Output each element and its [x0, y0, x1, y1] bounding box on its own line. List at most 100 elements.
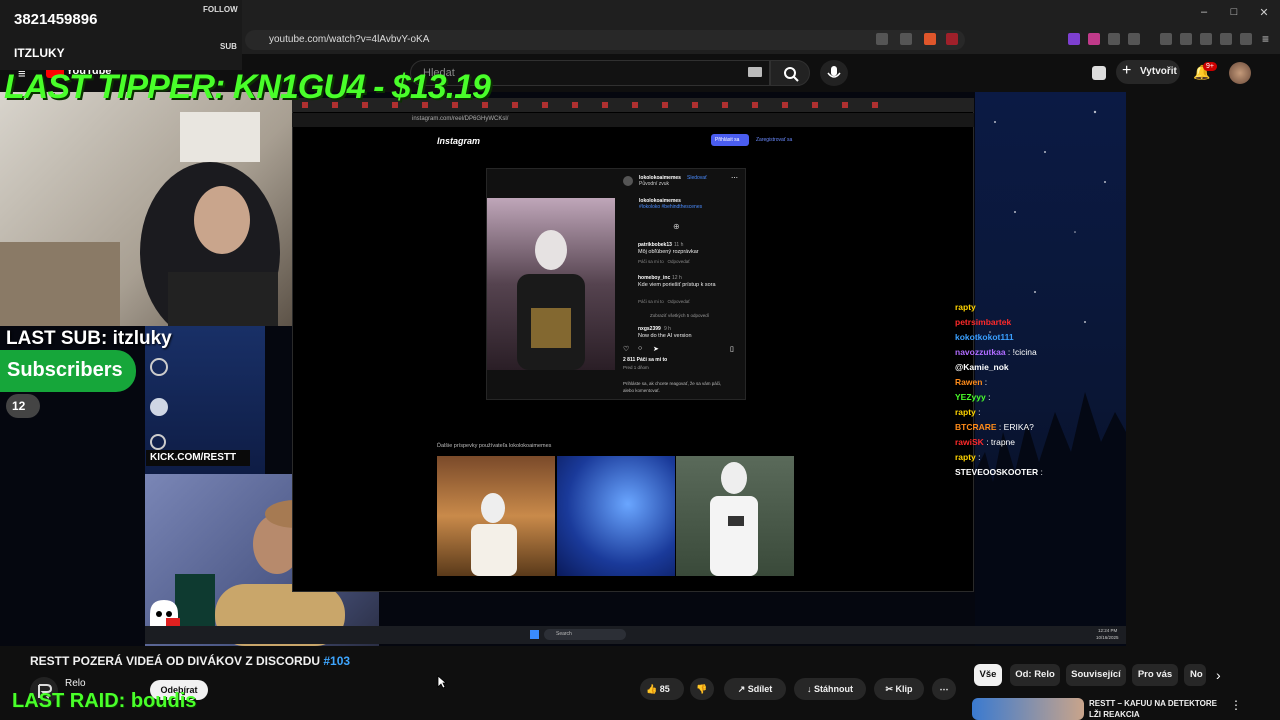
- comment-text: Kde viem poriešiť prístup k sora: [638, 282, 716, 288]
- download-icon[interactable]: [1220, 33, 1232, 45]
- address-bar[interactable]: youtube.com/watch?v=4lAvbvY-oKA: [245, 30, 965, 50]
- chip-more[interactable]: No: [1184, 664, 1206, 686]
- comment-text: Now do the AI version: [638, 333, 692, 339]
- heart-icon: ♡: [623, 346, 630, 353]
- comment-time: 11 h: [674, 242, 684, 248]
- share-button[interactable]: ↗ Sdílet: [724, 678, 786, 700]
- comment-text: Môj obľúbený rozprávkar: [638, 249, 699, 255]
- chat-username: navozzutkaa: [955, 347, 1006, 357]
- post-thumbnail: [437, 456, 555, 576]
- keyboard-icon[interactable]: [748, 67, 762, 77]
- minimize-icon[interactable]: –: [1196, 6, 1212, 22]
- streamer-webcam: [0, 92, 292, 342]
- recommendation-thumbnail[interactable]: [972, 698, 1084, 720]
- scissors-icon: ✂: [885, 684, 894, 694]
- chat-message: Rawen :: [955, 377, 1125, 392]
- chip-from-channel[interactable]: Od: Relo: [1010, 664, 1060, 686]
- chat-username: rawiSK: [955, 437, 984, 447]
- instagram-logo: Instagram: [437, 136, 481, 146]
- chevron-right-icon[interactable]: ›: [1216, 667, 1221, 683]
- wallet-icon[interactable]: [1200, 33, 1212, 45]
- chat-message: rapty :: [955, 452, 1125, 467]
- clip-label: Klip: [895, 684, 913, 694]
- voice-search-button[interactable]: [820, 60, 848, 86]
- dislike-button[interactable]: 👎: [690, 678, 714, 700]
- create-label: Vytvořit: [1140, 66, 1177, 77]
- menu-icon[interactable]: ≡: [1262, 32, 1269, 46]
- rewards-icon[interactable]: [946, 33, 958, 45]
- post-likes: 2 811 Páči sa mi to: [623, 357, 668, 363]
- chip-related[interactable]: Související: [1066, 664, 1126, 686]
- captured-address-bar: instagram.com/reel/DP6GHyWCKsl/: [292, 113, 974, 127]
- plus-icon: +: [1122, 62, 1132, 79]
- comment-icon: ○: [638, 345, 643, 352]
- view-replies-link: Zobraziť všetkých 5 odpovedí: [650, 313, 709, 318]
- subscribers-goal: Subscribers: [0, 350, 136, 392]
- sidebar-icon[interactable]: [1180, 33, 1192, 45]
- instagram-login-button: Přihlásit sa: [711, 134, 749, 146]
- windows-taskbar: [145, 626, 1126, 644]
- chat-text: :: [975, 407, 981, 417]
- add-icon: ⊕: [673, 222, 680, 231]
- extension-icon[interactable]: [1128, 33, 1140, 45]
- follow-label: FOLLOW: [203, 5, 238, 14]
- url-text: youtube.com/watch?v=4lAvbvY-oKA: [269, 34, 430, 45]
- brave-shield-icon[interactable]: [924, 33, 936, 45]
- comment-user: nxgs2399: [638, 326, 661, 332]
- share-icon[interactable]: [900, 33, 912, 45]
- clip-button[interactable]: ✂ Klip: [874, 678, 924, 700]
- avatar[interactable]: [1229, 62, 1251, 84]
- bookmark-icon: ▯: [730, 346, 734, 353]
- puzzle-icon[interactable]: [1108, 33, 1120, 45]
- post-audio-label: Původní zvuk: [639, 181, 670, 187]
- chat-username: Rawen: [955, 377, 983, 387]
- search-button[interactable]: [770, 60, 810, 86]
- last-sub-banner: LAST SUB: itzluky: [6, 328, 172, 349]
- close-icon[interactable]: ✕: [1256, 6, 1272, 22]
- login-prompt: Prihláste sa, ak chcete reagovať, že sa …: [623, 381, 722, 393]
- recommendation-menu-icon[interactable]: ⋮: [1230, 698, 1242, 712]
- channel-name[interactable]: Relo: [65, 678, 86, 689]
- taskbar-date: 10/16/2025: [1096, 635, 1119, 640]
- chat-message: rapty :: [955, 407, 1125, 422]
- episode-hashtag[interactable]: #103: [323, 654, 350, 668]
- post-thumbnail: [676, 456, 794, 576]
- instagram-reel-video: [487, 198, 615, 370]
- chip-for-you[interactable]: Pro vás: [1132, 664, 1178, 686]
- chat-message: BTCRARE : ERIKA?: [955, 422, 1125, 437]
- extension-icon[interactable]: [1088, 33, 1100, 45]
- chat-text: :: [985, 392, 991, 402]
- chat-message: petrsimbartek: [955, 317, 1125, 332]
- like-button[interactable]: 👍 85: [640, 678, 684, 700]
- chat-text: :: [1038, 467, 1043, 477]
- obs-icon: [150, 358, 168, 376]
- video-title-text: RESTT POZERÁ VIDEÁ OD DIVÁKOV Z DISCORDU: [30, 654, 321, 668]
- music-icon[interactable]: [1160, 33, 1172, 45]
- chat-message: rawiSK : trapne: [955, 437, 1125, 452]
- post-thumbnail: [557, 456, 675, 576]
- follow-name: ITZLUKY: [14, 46, 65, 60]
- instagram-register-link: Zaregistrovať sa: [756, 137, 793, 143]
- more-actions-button[interactable]: ⋯: [932, 678, 956, 700]
- vpn-icon[interactable]: [1240, 33, 1252, 45]
- chat-username: BTCRARE: [955, 422, 997, 432]
- comment-user: patrikbobek13: [638, 242, 672, 248]
- maximize-icon[interactable]: □: [1226, 6, 1242, 22]
- chat-message: rapty: [955, 302, 1125, 317]
- last-raid-banner: LAST RAID: boudis: [12, 690, 197, 712]
- chat-message: @Kamie_nok: [955, 362, 1125, 377]
- comment-meta: Páči sa mi to Odpovedať: [638, 259, 690, 264]
- extension-icon[interactable]: [1068, 33, 1080, 45]
- kick-banner: KICK.COM/RESTT: [146, 450, 250, 466]
- chat-message: navozzutkaa : !cicina: [955, 347, 1125, 362]
- comment-user: homeboy_inc: [638, 275, 671, 281]
- post-avatar: [623, 176, 633, 186]
- cast-icon[interactable]: [876, 33, 888, 45]
- search-icon: [784, 67, 799, 82]
- download-button[interactable]: ↓ Stáhnout: [794, 678, 866, 700]
- video-title: RESTT POZERÁ VIDEÁ OD DIVÁKOV Z DISCORDU…: [30, 654, 350, 668]
- download-label: Stáhnout: [814, 684, 853, 694]
- chip-all[interactable]: Vše: [974, 664, 1002, 686]
- recommendation-title[interactable]: RESTT – KAFUU NA DETEKTORE LŽI REAKCIA: [1089, 698, 1224, 720]
- extension-gem-icon[interactable]: [1092, 66, 1106, 80]
